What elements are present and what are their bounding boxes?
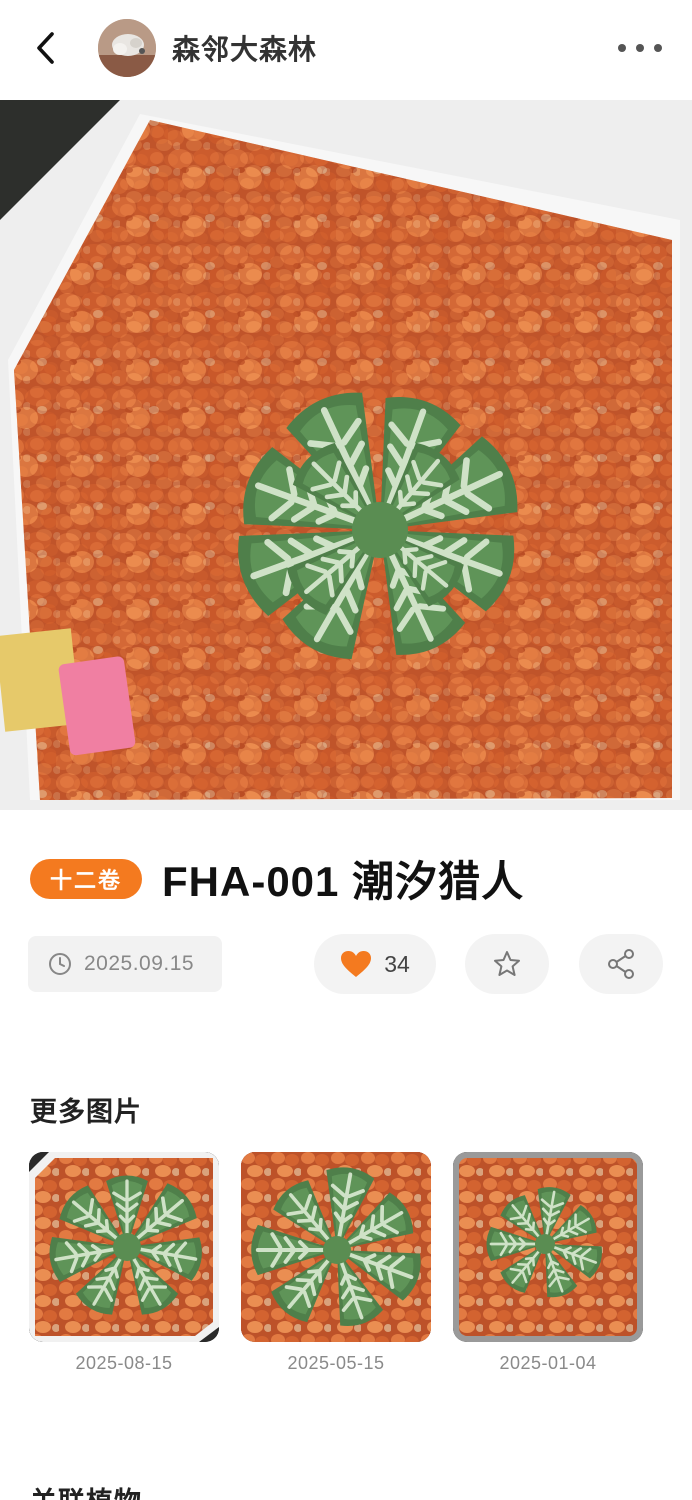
related-plants-heading: 关联植物 — [30, 1480, 142, 1500]
hero-photo[interactable] — [0, 100, 692, 810]
like-button[interactable]: 34 — [314, 934, 436, 994]
post-date: 2025.09.15 — [84, 952, 195, 975]
plant-photo — [0, 100, 692, 810]
chevron-left-icon — [37, 32, 54, 64]
more-images-heading: 更多图片 — [30, 1097, 142, 1127]
thumbnail-image[interactable] — [241, 1152, 431, 1342]
shop-avatar[interactable] — [98, 19, 156, 77]
genus-badge: 十二卷 — [30, 858, 143, 899]
product-title: FHA-001 潮汐猎人 — [162, 858, 525, 905]
thumbnail-image[interactable] — [453, 1152, 643, 1342]
clock-icon — [49, 953, 71, 975]
like-count: 34 — [384, 950, 410, 977]
thumbnail-date: 2025-01-04 — [499, 1353, 597, 1373]
more-horizontal-icon — [618, 44, 626, 52]
thumbnail-date: 2025-05-15 — [287, 1353, 385, 1373]
heart-icon — [341, 951, 372, 977]
share-button[interactable] — [579, 934, 663, 994]
back-button[interactable] — [28, 28, 62, 68]
more-options-button[interactable] — [618, 36, 662, 60]
top-bar: 森邻大森林 — [0, 0, 692, 100]
share-icon — [608, 949, 634, 979]
shop-name[interactable]: 森邻大森林 — [172, 28, 317, 68]
thumbnail-date: 2025-08-15 — [75, 1353, 173, 1373]
product-title-row: 十二卷 FHA-001 潮汐猎人 — [30, 848, 524, 909]
date-chip: 2025.09.15 — [28, 936, 222, 992]
favorite-button[interactable] — [465, 934, 549, 994]
thumbnail-image[interactable] — [29, 1152, 219, 1342]
star-icon — [494, 951, 520, 976]
